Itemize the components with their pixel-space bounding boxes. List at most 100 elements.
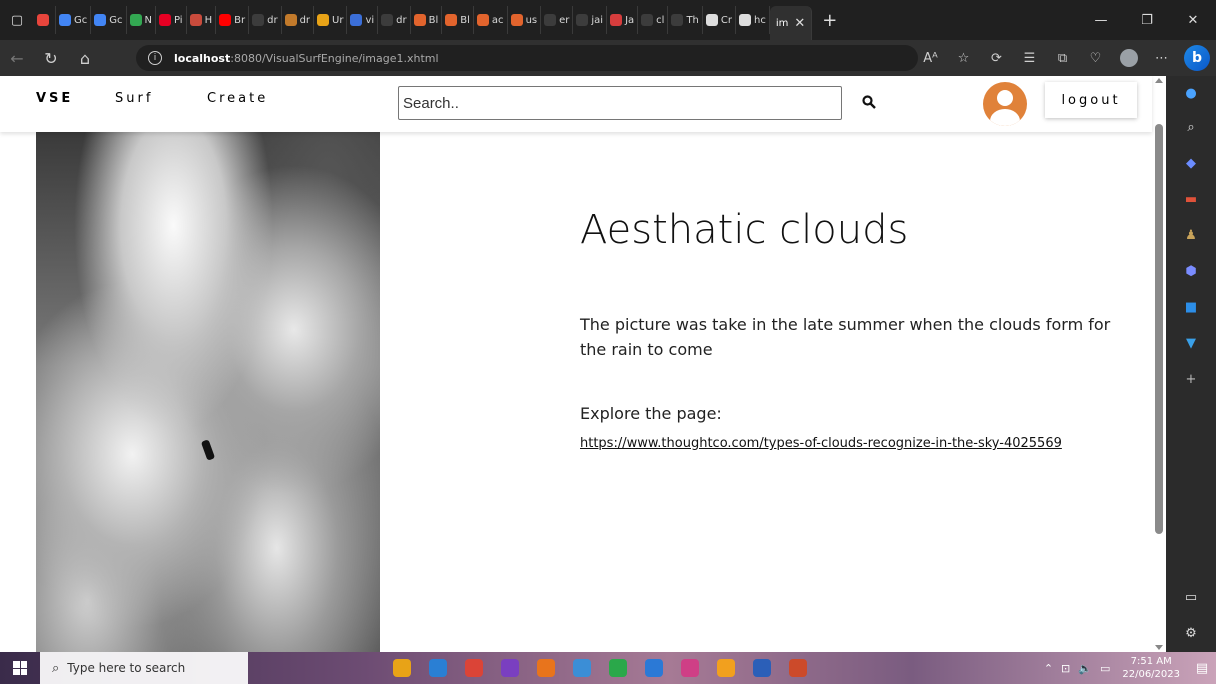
user-avatar[interactable]: [983, 82, 1027, 126]
close-tab-icon[interactable]: ✕: [794, 16, 805, 31]
collections-icon[interactable]: ⧉: [1046, 51, 1079, 66]
search-input[interactable]: [398, 86, 842, 120]
browser-tab[interactable]: Th: [668, 6, 703, 34]
extensions-icon[interactable]: ⟳: [980, 51, 1013, 66]
tab-actions-icon[interactable]: ▢: [0, 0, 34, 40]
browser-tab[interactable]: ac: [474, 6, 508, 34]
browser-tab[interactable]: Ja: [607, 6, 639, 34]
favorite-star-icon[interactable]: ☆: [947, 51, 980, 66]
tab-label: dr: [299, 14, 311, 26]
start-button[interactable]: [0, 652, 40, 684]
notification-center-icon[interactable]: ▤: [1188, 652, 1216, 684]
taskbar-app-icon[interactable]: [564, 652, 600, 684]
browser-tab[interactable]: Br: [216, 6, 250, 34]
bing-chat-icon[interactable]: b: [1184, 45, 1210, 71]
scroll-down-arrow[interactable]: [1155, 645, 1163, 650]
profile-avatar[interactable]: [1112, 49, 1145, 67]
sidebar-search-icon[interactable]: ⌕: [1182, 118, 1200, 136]
tab-favicon-icon: [59, 14, 71, 26]
site-info-icon[interactable]: i: [148, 51, 162, 65]
address-bar[interactable]: i localhost :8080/VisualSurfEngine/image…: [136, 45, 918, 71]
network-icon[interactable]: ⊡: [1061, 662, 1070, 675]
taskbar-app-icon[interactable]: [744, 652, 780, 684]
browser-tab[interactable]: Gc: [56, 6, 92, 34]
new-tab-button[interactable]: +: [822, 10, 837, 31]
taskbar-app-icon[interactable]: [708, 652, 744, 684]
browser-tab[interactable]: H: [187, 6, 217, 34]
restore-button[interactable]: ❐: [1124, 0, 1170, 40]
browser-tab[interactable]: Bl: [411, 6, 443, 34]
taskbar-app-icon[interactable]: [528, 652, 564, 684]
drop-icon[interactable]: ▼: [1182, 334, 1200, 352]
url-path: :8080/VisualSurfEngine/image1.xhtml: [230, 51, 439, 65]
shopping-tag-icon[interactable]: ◆: [1182, 154, 1200, 172]
copilot-icon[interactable]: ⬢: [1182, 262, 1200, 280]
tab-favicon-icon: [94, 14, 107, 26]
browser-tab[interactable]: Gc: [91, 6, 127, 34]
browser-tab[interactable]: Cr: [703, 6, 736, 34]
tab-active[interactable]: im ✕: [769, 6, 813, 40]
taskbar-app-icon[interactable]: [456, 652, 492, 684]
pinned-apps: [384, 652, 816, 684]
close-window-button[interactable]: ✕: [1170, 0, 1216, 40]
volume-icon[interactable]: 🔈: [1078, 662, 1092, 675]
tab-favicon-icon: [129, 14, 142, 26]
browser-tab[interactable]: dr: [282, 6, 315, 34]
browser-tab[interactable]: N: [127, 6, 156, 34]
tab-label: dr: [396, 14, 407, 26]
split-screen-icon[interactable]: ▭: [1182, 588, 1200, 606]
search-icon[interactable]: [858, 90, 880, 114]
health-icon[interactable]: ♡: [1079, 51, 1112, 66]
taskbar-app-icon[interactable]: [600, 652, 636, 684]
refresh-icon[interactable]: ↻: [34, 40, 68, 76]
browser-tab[interactable]: Bl: [442, 6, 474, 34]
taskbar-app-icon[interactable]: [420, 652, 456, 684]
add-sidebar-app-icon[interactable]: +: [1182, 370, 1200, 388]
browser-tab[interactable]: cl: [638, 6, 669, 34]
browser-tab[interactable]: Ur: [314, 6, 348, 34]
browser-tab[interactable]: jai: [573, 6, 608, 34]
browser-tab[interactable]: er: [541, 6, 574, 34]
tools-briefcase-icon[interactable]: ▬: [1182, 190, 1200, 208]
favorites-icon[interactable]: ☰: [1013, 51, 1046, 66]
browser-tab[interactable]: us: [508, 6, 542, 34]
logout-button[interactable]: logout: [1045, 82, 1137, 118]
nav-link-surf[interactable]: Surf: [115, 91, 153, 106]
browser-tab[interactable]: vi: [347, 6, 379, 34]
browser-tab[interactable]: Pi: [156, 6, 187, 34]
taskbar-app-icon[interactable]: [672, 652, 708, 684]
nav-link-create[interactable]: Create: [207, 91, 268, 106]
tab-label: Bl: [460, 14, 470, 26]
sidebar-settings-gear-icon[interactable]: ⚙: [1182, 624, 1200, 642]
site-brand[interactable]: VSE: [36, 91, 73, 106]
browser-tab[interactable]: dr: [249, 6, 282, 34]
scrollbar-thumb[interactable]: [1155, 124, 1163, 534]
tab-favicon-icon: [510, 14, 523, 26]
browser-tab[interactable]: [34, 6, 56, 34]
taskbar-app-icon[interactable]: [384, 652, 420, 684]
taskbar-app-icon[interactable]: [492, 652, 528, 684]
tab-label: Gc: [74, 14, 88, 26]
source-link[interactable]: https://www.thoughtco.com/types-of-cloud…: [580, 436, 1062, 451]
browser-tab[interactable]: hc: [736, 6, 770, 34]
scroll-up-arrow[interactable]: [1155, 78, 1163, 83]
read-aloud-icon[interactable]: Aᴬ: [914, 51, 947, 66]
games-icon[interactable]: ♟: [1182, 226, 1200, 244]
browser-tab[interactable]: dr: [378, 6, 411, 34]
battery-icon[interactable]: ▭: [1100, 662, 1110, 675]
tray-chevron-icon[interactable]: ⌃: [1044, 662, 1053, 675]
taskbar-search-icon: ⌕: [52, 660, 60, 676]
outlook-icon[interactable]: ■: [1182, 298, 1200, 316]
taskbar-app-icon[interactable]: [636, 652, 672, 684]
taskbar-search-box[interactable]: ⌕ Type here to search: [40, 652, 248, 684]
home-icon[interactable]: ⌂: [68, 40, 102, 76]
taskbar-app-icon[interactable]: [780, 652, 816, 684]
page-scrollbar[interactable]: [1152, 76, 1166, 652]
taskbar-clock[interactable]: 7:51 AM 22/06/2023: [1122, 655, 1180, 681]
tab-favicon-icon: [576, 14, 589, 26]
more-menu-icon[interactable]: ⋯: [1145, 51, 1178, 66]
cloud-photo: [36, 132, 380, 652]
notification-bell-icon[interactable]: ●: [1182, 84, 1200, 102]
minimize-button[interactable]: —: [1078, 0, 1124, 40]
back-arrow-icon[interactable]: ←: [0, 40, 34, 76]
